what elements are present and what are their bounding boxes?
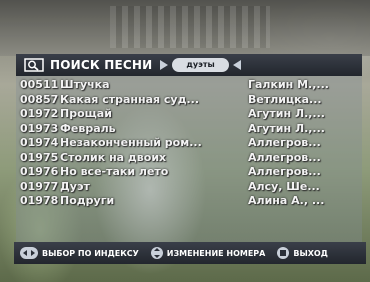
song-number: 01973: [20, 121, 59, 135]
song-row[interactable]: 01975 Столик на двоих Аллегров...: [16, 151, 362, 166]
song-artist: Аллегров...: [248, 136, 321, 149]
song-artist: Алина А., ...: [248, 194, 325, 207]
song-title: Столик на двоих: [60, 150, 167, 164]
index-select-hint: ВЫБОР ПО ИНДЕКСУ: [42, 248, 139, 258]
song-title: Прощай: [60, 107, 112, 120]
song-row[interactable]: 01976 Но все-таки лето Аллегров...: [16, 165, 362, 180]
song-list: 00511 Штучка Галкин М.,... 00857 Какая с…: [16, 78, 362, 209]
song-title: Какая странная суд...: [60, 92, 200, 106]
song-artist: Аллегров...: [248, 165, 321, 178]
song-title: Незаконченный ром...: [60, 136, 202, 149]
song-title: Но все-таки лето: [60, 165, 169, 178]
song-number: 01976: [20, 165, 59, 178]
song-artist: Агутин Л.,...: [248, 107, 325, 120]
filter-category[interactable]: дуэты: [172, 58, 229, 72]
stop-button-icon: [277, 247, 290, 259]
exit-hint: ВЫХОД: [293, 248, 328, 258]
song-artist: Алсу, Ше...: [248, 179, 320, 193]
song-title: Февраль: [60, 121, 116, 135]
song-search-panel: ПОИСК ПЕСНИ дуэты 00511 Штучка Галкин М.…: [16, 54, 362, 244]
footer-help-bar: ВЫБОР ПО ИНДЕКСУ ИЗМЕНЕНИЕ НОМЕРА ВЫХОД: [14, 242, 366, 264]
song-title: Штучка: [60, 78, 110, 91]
song-number: 01977: [20, 179, 59, 193]
background-image: [0, 0, 370, 56]
song-number: 01974: [20, 136, 59, 149]
song-row[interactable]: 00857 Какая странная суд... Ветлицка...: [16, 93, 362, 108]
up-down-arrows-icon: [150, 247, 163, 259]
song-title: Дуэт: [60, 179, 90, 193]
header-bar: ПОИСК ПЕСНИ дуэты: [16, 54, 362, 76]
number-change-hint: ИЗМЕНЕНИЕ НОМЕРА: [166, 248, 266, 258]
filter-next-icon[interactable]: [232, 60, 241, 70]
song-number: 01975: [20, 150, 59, 164]
song-row[interactable]: 00511 Штучка Галкин М.,...: [16, 78, 362, 93]
search-icon: [24, 58, 44, 72]
song-number: 00857: [20, 92, 59, 106]
song-number: 01978: [20, 194, 59, 207]
page-title: ПОИСК ПЕСНИ: [50, 58, 153, 72]
song-row[interactable]: 01977 Дуэт Алсу, Ше...: [16, 180, 362, 195]
song-row[interactable]: 01974 Незаконченный ром... Аллегров...: [16, 136, 362, 151]
song-artist: Агутин Л.,...: [248, 121, 325, 135]
song-artist: Аллегров...: [248, 150, 321, 164]
karaoke-screen: ПОИСК ПЕСНИ дуэты 00511 Штучка Галкин М.…: [0, 0, 370, 282]
song-row[interactable]: 01973 Февраль Агутин Л.,...: [16, 122, 362, 137]
song-row[interactable]: 01978 Подруги Алина А., ...: [16, 194, 362, 209]
song-row[interactable]: 01972 Прощай Агутин Л.,...: [16, 107, 362, 122]
left-right-arrows-icon: [20, 247, 38, 259]
song-artist: Галкин М.,...: [248, 78, 329, 91]
song-number: 01972: [20, 107, 59, 120]
song-title: Подруги: [60, 194, 115, 207]
song-number: 00511: [20, 78, 59, 91]
song-artist: Ветлицка...: [248, 92, 322, 106]
filter-prev-icon[interactable]: [160, 60, 169, 70]
